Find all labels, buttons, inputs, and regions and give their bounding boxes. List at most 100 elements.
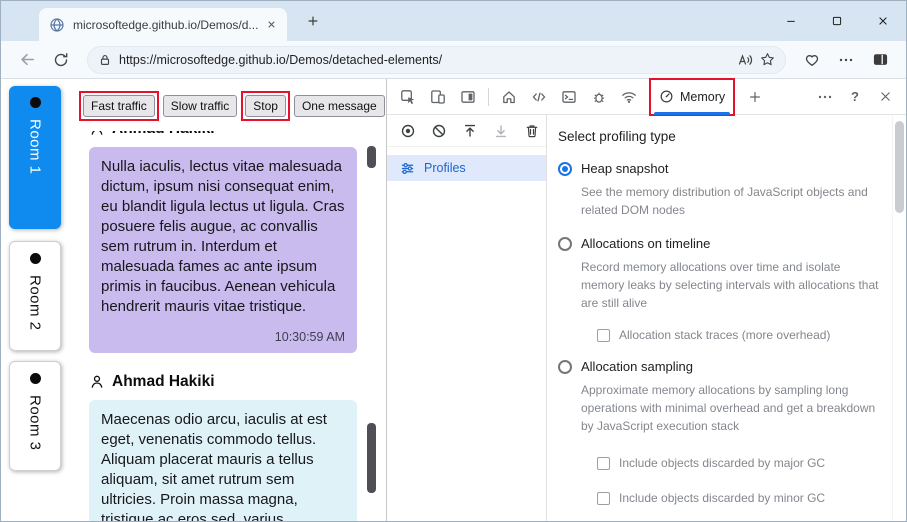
refresh-button[interactable] [47, 46, 75, 74]
page-content: Room 1 Room 2 Room 3 Fast traffic Slow t… [1, 77, 906, 521]
split-screen-button[interactable] [866, 46, 894, 74]
dock-side-icon [460, 89, 476, 105]
stop-button[interactable]: Stop [245, 95, 286, 117]
pane-heading: Select profiling type [558, 129, 676, 144]
profiles-label: Profiles [424, 161, 466, 175]
browser-essentials-button[interactable] [798, 46, 826, 74]
checkbox-allocation-stack-traces[interactable] [597, 328, 610, 342]
message-text: Nulla iaculis, lectus vitae malesuada di… [101, 158, 345, 315]
inspect-element-button[interactable] [393, 82, 423, 112]
chat-message: Maecenas odio arcu, iaculis at est eget,… [89, 400, 357, 521]
chat-app: Room 1 Room 2 Room 3 Fast traffic Slow t… [1, 79, 386, 521]
room-status-dot [29, 373, 41, 384]
ellipsis-icon [817, 89, 833, 105]
radio-heap-snapshot[interactable] [558, 161, 572, 176]
dock-side-button[interactable] [453, 82, 483, 112]
radio-allocations-timeline[interactable] [558, 236, 572, 251]
read-aloud-icon[interactable] [737, 52, 753, 68]
memory-tab[interactable]: Memory [648, 77, 736, 116]
option-label: Heap snapshot [581, 161, 669, 176]
wifi-icon [621, 89, 637, 105]
ellipsis-icon [838, 52, 854, 68]
chat-scrollbar[interactable] [367, 137, 376, 513]
message-author: Ahmad Hakiki [89, 373, 357, 391]
devtools-more-button[interactable] [810, 82, 840, 112]
room-tab-1[interactable]: Room 1 [9, 86, 61, 229]
checkbox-label: Include objects discarded by minor GC [619, 491, 826, 505]
devtools-scrollbar-thumb[interactable] [895, 121, 904, 213]
checkbox-label: Allocation stack traces (more overhead) [619, 328, 831, 342]
room-tab-3[interactable]: Room 3 [9, 361, 61, 471]
tab-strip: microsoftedge.github.io/Demos/d... [1, 1, 906, 41]
room-status-dot [29, 97, 41, 108]
device-emulation-button[interactable] [423, 82, 453, 112]
memory-sidebar: Profiles [387, 115, 547, 521]
room-label: Room 3 [26, 395, 44, 451]
devtools-help-button[interactable]: ? [840, 82, 870, 112]
message-timestamp: 10:30:59 AM [274, 329, 345, 344]
devtools-panel: Memory ? Profiles Select profiling type … [386, 77, 906, 521]
network-tab-button[interactable] [614, 82, 644, 112]
room-tab-2[interactable]: Room 2 [9, 241, 61, 351]
profiling-type-pane: Select profiling type Heap snapshot See … [548, 115, 892, 521]
radio-allocation-sampling[interactable] [558, 359, 572, 374]
plus-icon [306, 14, 320, 28]
clear-icon[interactable] [431, 123, 447, 139]
delete-icon[interactable] [524, 123, 540, 139]
memory-toolbar [387, 115, 546, 147]
load-profile-icon[interactable] [462, 123, 478, 139]
browser-window: microsoftedge.github.io/Demos/d... https… [0, 0, 907, 522]
sliders-icon [400, 161, 415, 176]
new-tab-button[interactable] [301, 9, 325, 33]
console-icon [561, 89, 577, 105]
room-status-dot [29, 253, 41, 264]
one-message-button[interactable]: One message [293, 95, 385, 117]
favorites-star-icon[interactable] [760, 52, 775, 67]
welcome-tab-button[interactable] [494, 82, 524, 112]
checkbox-minor-gc[interactable] [597, 491, 610, 505]
profiling-option-allocations-timeline: Allocations on timeline Record memory al… [558, 236, 892, 342]
devtools-scrollbar[interactable] [892, 115, 906, 521]
option-description: Record memory allocations over time and … [581, 260, 879, 310]
message-author: Ahmad Hakiki [89, 131, 357, 138]
record-icon[interactable] [400, 123, 416, 139]
chat-scrollbar-thumb[interactable] [367, 146, 376, 168]
address-bar[interactable]: https://microsoftedge.github.io/Demos/de… [87, 45, 786, 74]
message-list: Ahmad Hakiki Nulla iaculis, lectus vitae… [89, 131, 357, 521]
message-text: Maecenas odio arcu, iaculis at est eget,… [101, 411, 327, 521]
checkbox-label: Include objects discarded by major GC [619, 456, 826, 470]
maximize-button[interactable] [814, 1, 860, 41]
more-tabs-button[interactable] [740, 82, 770, 112]
console-tab-button[interactable] [554, 82, 584, 112]
minimize-button[interactable] [768, 1, 814, 41]
lock-icon[interactable] [98, 53, 112, 67]
option-label: Allocation sampling [581, 359, 694, 374]
elements-tab-button[interactable] [524, 82, 554, 112]
browser-essentials-icon [804, 52, 820, 68]
settings-more-button[interactable] [832, 46, 860, 74]
tab-close-icon[interactable] [266, 19, 277, 30]
browser-tab[interactable]: microsoftedge.github.io/Demos/d... [39, 8, 287, 41]
fast-traffic-button[interactable]: Fast traffic [83, 95, 155, 117]
inspect-icon [400, 89, 416, 105]
option-description: Approximate memory allocations by sampli… [581, 383, 876, 433]
back-button[interactable] [13, 46, 41, 74]
refresh-icon [53, 52, 69, 68]
gauge-icon [659, 89, 674, 104]
url-text[interactable]: https://microsoftedge.github.io/Demos/de… [119, 53, 730, 67]
save-profile-icon[interactable] [493, 123, 509, 139]
traffic-controls: Fast traffic Slow traffic Stop One messa… [79, 91, 386, 121]
profiling-option-heap-snapshot: Heap snapshot See the memory distributio… [558, 161, 892, 219]
close-icon [877, 15, 889, 27]
slow-traffic-button[interactable]: Slow traffic [162, 95, 238, 117]
help-icon: ? [851, 89, 859, 104]
issues-tab-button[interactable] [584, 82, 614, 112]
devtools-close-button[interactable] [870, 82, 900, 112]
devtools-tab-bar: Memory ? [387, 77, 906, 116]
chat-scrollbar-thumb[interactable] [367, 423, 376, 493]
device-emulation-icon [430, 89, 446, 105]
close-window-button[interactable] [860, 1, 906, 41]
profiles-list-item[interactable]: Profiles [387, 155, 546, 181]
annotation-box-stop: Stop [241, 91, 290, 121]
checkbox-major-gc[interactable] [597, 456, 610, 470]
